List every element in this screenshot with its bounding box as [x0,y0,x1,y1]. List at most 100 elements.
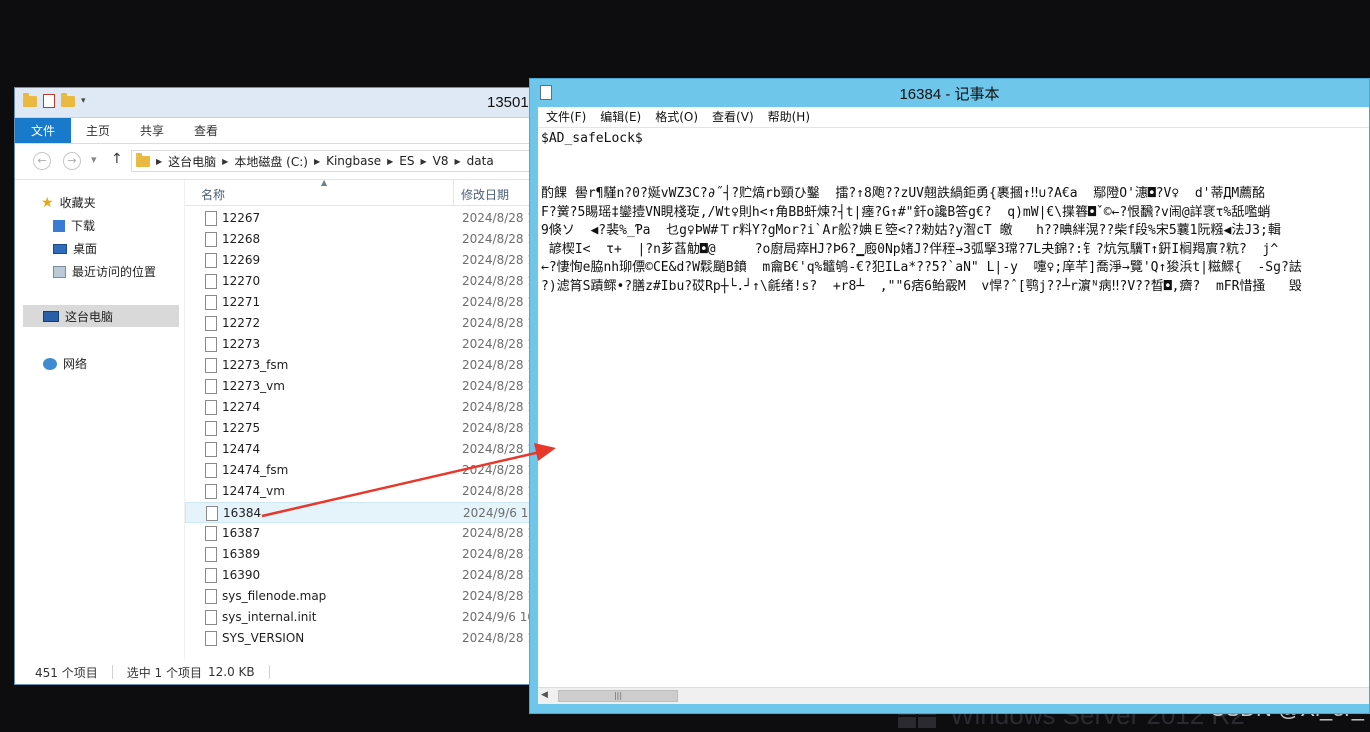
file-date: 2024/8/28 1 [462,253,535,267]
text-line: 酌餜 嚳r¶騹n?0?娫vWZ3C?∂˝┤?贮熇rb頸ひ鑿 擂?↑8飑??zUV… [541,186,1266,201]
star-icon: ★ [41,194,54,211]
file-icon [205,211,217,226]
file-icon [205,568,217,583]
file-name: 12270 [222,274,261,288]
file-row[interactable]: 12271 2024/8/28 1 [185,292,535,313]
file-row[interactable]: 12273_vm 2024/8/28 1 [185,376,535,397]
file-row[interactable]: 12474_vm 2024/8/28 1 [185,481,535,502]
file-date: 2024/8/28 1 [462,400,535,414]
computer-icon [43,310,59,322]
file-date: 2024/8/28 1 [462,232,535,246]
file-row[interactable]: 12275 2024/8/28 1 [185,418,535,439]
file-name: 16389 [222,547,261,561]
file-row[interactable]: 16389 2024/8/28 1 [185,544,535,565]
nav-favorites[interactable]: ★ 收藏夹 [41,194,96,211]
file-date: 2024/9/6 10 [462,610,535,624]
file-row[interactable]: 12272 2024/8/28 1 [185,313,535,334]
file-date: 2024/8/28 1 [462,316,535,330]
notepad-text-area[interactable]: $AD_safeLock$ 酌餜 嚳r¶騹n?0?娫vWZ3C?∂˝┤?贮熇rb頸… [538,127,1369,687]
scrollbar-thumb[interactable]: ||| [558,690,678,702]
nav-this-pc[interactable]: 这台电脑 [23,305,179,327]
tab-home[interactable]: 主页 [71,118,125,143]
menu-format[interactable]: 格式(O) [649,107,704,127]
forward-button[interactable]: → [63,152,81,170]
file-row[interactable]: 12273 2024/8/28 1 [185,334,535,355]
file-icon [205,274,217,289]
file-name: 12474_vm [222,484,285,498]
file-row[interactable]: 16387 2024/8/28 1 [185,523,535,544]
breadcrumb-local-disk[interactable]: 本地磁盘 (C:) [234,153,308,170]
file-row[interactable]: 12474_fsm 2024/8/28 1 [185,460,535,481]
file-row[interactable]: 16384 2024/9/6 11 [185,502,536,523]
file-row[interactable]: 12269 2024/8/28 1 [185,250,535,271]
file-date: 2024/8/28 1 [462,442,535,456]
file-row[interactable]: 12474 2024/8/28 1 [185,439,535,460]
address-bar[interactable]: ▶ 这台电脑 ▶ 本地磁盘 (C:) ▶ Kingbase ▶ ES ▶ V8 … [131,150,535,172]
notepad-window: 16384 - 记事本 文件(F) 编辑(E) 格式(O) 查看(V) 帮助(H… [529,78,1370,714]
file-icon [205,295,217,310]
file-icon [205,400,217,415]
file-name: 12268 [222,232,261,246]
new-folder-icon[interactable] [61,92,75,107]
horizontal-scrollbar[interactable]: ◀ ||| [538,687,1369,704]
selected-size: 12.0 KB [208,665,255,679]
menu-file[interactable]: 文件(F) [540,107,592,127]
column-date-modified[interactable]: 修改日期 [461,186,509,203]
ribbon-tabs: 文件 主页 共享 查看 [15,118,533,144]
recent-locations-icon[interactable]: ▾ [91,153,97,166]
file-date: 2024/8/28 1 [462,463,535,477]
nav-recent[interactable]: 最近访问的位置 [53,263,156,280]
file-date: 2024/8/28 1 [462,568,535,582]
status-bar: 451 个项目 选中 1 个项目 12.0 KB [15,660,533,684]
text-line: $AD_safeLock$ [541,131,643,146]
file-icon [205,358,217,373]
column-divider[interactable] [453,180,454,206]
tab-view[interactable]: 查看 [179,118,233,143]
file-row[interactable]: 12274 2024/8/28 1 [185,397,535,418]
breadcrumb-es[interactable]: ES [399,154,414,168]
tab-file[interactable]: 文件 [15,118,72,143]
file-row[interactable]: 12267 2024/8/28 1 [185,208,535,229]
menu-view[interactable]: 查看(V) [706,107,760,127]
file-row[interactable]: 12270 2024/8/28 1 [185,271,535,292]
breadcrumb-data[interactable]: data [467,154,494,168]
file-icon [205,463,217,478]
selected-count: 选中 1 个项目 [126,665,202,680]
file-row[interactable]: 16390 2024/8/28 1 [185,565,535,586]
file-row[interactable]: SYS_VERSION 2024/8/28 1 [185,628,535,649]
file-name: 12273_vm [222,379,285,393]
address-bar-row: ← → ▾ ↑ ▶ 这台电脑 ▶ 本地磁盘 (C:) ▶ Kingbase ▶ … [15,144,535,180]
text-line: 9倏ソ ◀?裴%_Ƥa 乜g♀ÞW#Ｔr料Y?gMor?i`Ar舩?婰Ｅ箜<??… [541,223,1281,238]
file-date: 2024/8/28 1 [462,589,535,603]
breadcrumb-this-pc[interactable]: 这台电脑 [168,153,216,170]
file-name: 12474_fsm [222,463,289,477]
file-row[interactable]: sys_internal.init 2024/9/6 10 [185,607,535,628]
column-name[interactable]: 名称 [201,186,225,203]
file-date: 2024/8/28 1 [462,484,535,498]
menu-edit[interactable]: 编辑(E) [594,107,647,127]
breadcrumb-v8[interactable]: V8 [433,154,449,168]
quick-access-toolbar: ▾ [23,92,86,108]
file-icon [205,316,217,331]
file-row[interactable]: sys_filenode.map 2024/8/28 1 [185,586,535,607]
back-button[interactable]: ← [33,152,51,170]
menu-help[interactable]: 帮助(H) [762,107,816,127]
nav-desktop[interactable]: 桌面 [53,240,97,257]
up-button[interactable]: ↑ [111,151,123,167]
tab-share[interactable]: 共享 [125,118,179,143]
breadcrumb-kingbase[interactable]: Kingbase [326,154,381,168]
nav-network[interactable]: 网络 [43,355,87,372]
customize-toolbar-icon[interactable]: ▾ [81,96,86,106]
explorer-titlebar: ▾ 13501 [15,88,533,118]
scroll-left-icon[interactable]: ◀ [541,690,548,700]
file-date: 2024/8/28 1 [462,547,535,561]
properties-icon[interactable] [43,94,55,108]
file-row[interactable]: 12273_fsm 2024/8/28 1 [185,355,535,376]
file-row[interactable]: 12268 2024/8/28 1 [185,229,535,250]
file-name: SYS_VERSION [222,631,305,645]
nav-downloads[interactable]: 下载 [53,217,95,234]
file-icon [205,547,217,562]
folder-icon [23,92,37,107]
file-icon [205,232,217,247]
file-date: 2024/8/28 1 [462,526,535,540]
